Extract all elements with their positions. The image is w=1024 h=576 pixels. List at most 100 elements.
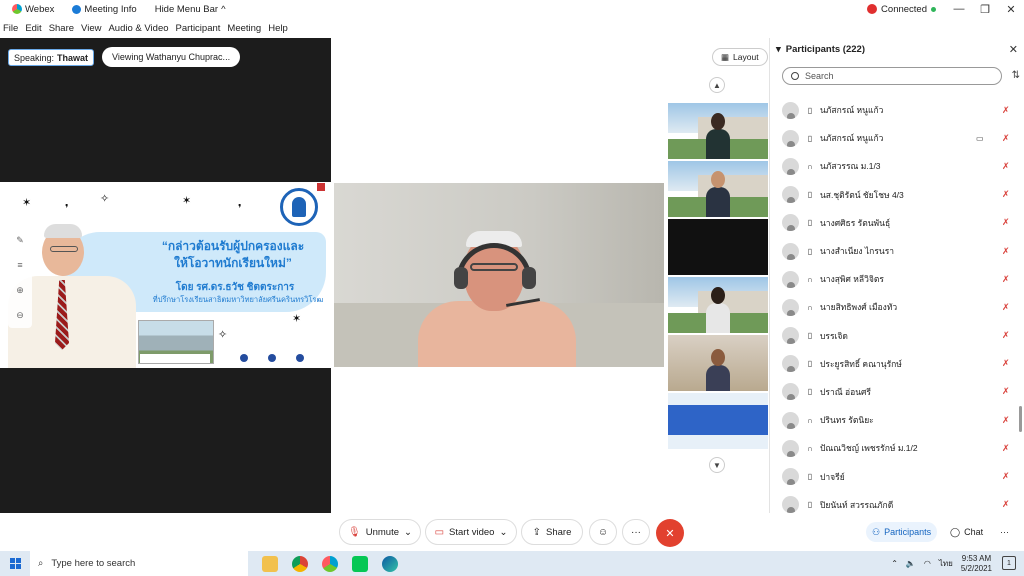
menu-share[interactable]: Share bbox=[49, 23, 74, 34]
zoom-out-icon[interactable]: ⊖ bbox=[16, 310, 24, 321]
file-explorer-icon[interactable] bbox=[262, 555, 278, 572]
more-options-button[interactable]: ··· bbox=[622, 519, 650, 545]
mic-muted-icon[interactable]: ✗ bbox=[1002, 274, 1010, 285]
mic-muted-icon[interactable]: ✗ bbox=[1002, 330, 1010, 341]
participant-name: นภัสกรณ์ หนูแก้ว bbox=[820, 105, 884, 116]
taskbar-clock[interactable]: 9:53 AM 5/2/2021 bbox=[961, 554, 992, 574]
minimize-button[interactable]: — bbox=[946, 3, 972, 15]
highlighter-icon[interactable]: ≡ bbox=[17, 260, 22, 270]
more-panels-button[interactable]: ··· bbox=[994, 522, 1015, 542]
menu-view[interactable]: View bbox=[81, 23, 101, 34]
mic-muted-icon[interactable]: ✗ bbox=[1002, 443, 1010, 454]
mic-muted-icon[interactable]: ✗ bbox=[1002, 246, 1010, 257]
pen-icon[interactable]: ✎ bbox=[16, 235, 24, 246]
wifi-icon[interactable]: ◠ bbox=[924, 559, 931, 568]
star-decor-icon: ✧ bbox=[100, 193, 110, 205]
participant-row[interactable]: ▯ นางสำเนียง ไกรนรา ✗ bbox=[770, 237, 1020, 265]
scroll-down-button[interactable]: ▼ bbox=[709, 457, 725, 473]
speaker-icon[interactable]: 🔈 bbox=[906, 559, 916, 568]
menu-meeting[interactable]: Meeting bbox=[227, 23, 261, 34]
participant-video-thumb[interactable] bbox=[668, 393, 768, 449]
sort-icon[interactable]: ⇅ bbox=[1012, 70, 1020, 81]
participant-video-thumb[interactable] bbox=[668, 161, 768, 217]
participant-row[interactable]: ▯ นางศศิธร รัตนพันธุ์ ✗ bbox=[770, 209, 1020, 237]
mic-muted-icon[interactable]: ✗ bbox=[1002, 386, 1010, 397]
participants-panel-header[interactable]: ▾ Participants (222) bbox=[776, 44, 865, 55]
menu-audio-video[interactable]: Audio & Video bbox=[108, 23, 168, 34]
start-button[interactable] bbox=[0, 551, 30, 576]
layout-button[interactable]: ▦ Layout bbox=[712, 48, 768, 66]
slide-close-icon bbox=[317, 183, 325, 191]
participant-video-thumb[interactable] bbox=[668, 219, 768, 275]
zoom-in-icon[interactable]: ⊕ bbox=[16, 285, 24, 296]
mic-muted-icon[interactable]: ✗ bbox=[1002, 189, 1010, 200]
chevron-up-icon[interactable]: ⌃ bbox=[891, 559, 898, 568]
meeting-info-button[interactable]: Meeting Info bbox=[66, 4, 142, 15]
mic-muted-icon[interactable]: ✗ bbox=[1002, 161, 1010, 172]
unmute-button[interactable]: 🎙 Unmute ⌄ bbox=[339, 519, 421, 545]
participant-row[interactable]: ▯ บรรเจิด ✗ bbox=[770, 322, 1020, 350]
close-icon: ✕ bbox=[665, 527, 675, 540]
maximize-button[interactable]: ❐ bbox=[972, 3, 998, 16]
participant-row[interactable]: ∩ นายสิทธิพงศ์ เมืองทัว ✗ bbox=[770, 293, 1020, 321]
scroll-up-button[interactable]: ▲ bbox=[709, 77, 725, 93]
close-window-button[interactable]: ✕ bbox=[998, 3, 1024, 16]
start-video-button[interactable]: ▭ Start video ⌄ bbox=[425, 519, 517, 545]
chevron-down-icon: ▾ bbox=[776, 44, 781, 55]
participant-video-thumb[interactable] bbox=[668, 335, 768, 391]
participants-tab-button[interactable]: ⚇ Participants bbox=[866, 522, 938, 542]
line-icon[interactable] bbox=[352, 555, 368, 572]
language-indicator[interactable]: ไทย bbox=[939, 557, 953, 570]
taskbar-search-input[interactable]: ⌕ Type here to search bbox=[30, 551, 248, 576]
participant-row[interactable]: ∩ ปรินทร รัตนิยะ ✗ bbox=[770, 406, 1020, 434]
participant-row[interactable]: ▯ นส.ชุติรัตน์ ชัยโชษ 4/3 ✗ bbox=[770, 181, 1020, 209]
participant-row[interactable]: ▯ ปิยนันท์ สวรรณภักดี ✗ bbox=[770, 491, 1020, 513]
active-speaker-video bbox=[334, 183, 664, 367]
participant-row[interactable]: ▯ นภัสกรณ์ หนูแก้ว ▭ ✗ bbox=[770, 124, 1020, 152]
mic-muted-icon[interactable]: ✗ bbox=[1002, 415, 1010, 426]
participant-row[interactable]: ▯ ปาจรีย์ ✗ bbox=[770, 462, 1020, 490]
mic-muted-icon[interactable]: ✗ bbox=[1002, 358, 1010, 369]
participant-row[interactable]: ▯ ประยูรสิทธิ์ คณานุรักษ์ ✗ bbox=[770, 350, 1020, 378]
menu-edit[interactable]: Edit bbox=[25, 23, 41, 34]
sponsor-logos bbox=[240, 354, 304, 362]
participant-row[interactable]: ▯ ปราณี อ่อนศรี ✗ bbox=[770, 378, 1020, 406]
pinned-apps bbox=[262, 555, 398, 572]
menu-participant[interactable]: Participant bbox=[176, 23, 221, 34]
participant-search-input[interactable]: Search bbox=[782, 67, 1002, 85]
participant-row[interactable]: ∩ นภัสวรรณ ม.1/3 ✗ bbox=[770, 152, 1020, 180]
meeting-controls: 🎙 Unmute ⌄ ▭ Start video ⌄ ⇪ Share ☺ ···… bbox=[0, 513, 1024, 550]
menu-file[interactable]: File bbox=[3, 23, 18, 34]
participant-row[interactable]: ∩ ปัณณวิชญ์ เพชรรักษ์ ม.1/2 ✗ bbox=[770, 434, 1020, 462]
viewing-share-pill[interactable]: Viewing Wathanyu Chuprac... bbox=[102, 47, 241, 67]
chrome-icon[interactable] bbox=[292, 555, 308, 572]
webex-icon[interactable] bbox=[322, 555, 338, 572]
share-icon: ⇪ bbox=[532, 526, 542, 538]
mic-muted-icon[interactable]: ✗ bbox=[1002, 471, 1010, 482]
leave-meeting-button[interactable]: ✕ bbox=[656, 519, 684, 547]
participant-name: บรรเจิด bbox=[820, 330, 848, 341]
mic-muted-icon[interactable]: ✗ bbox=[1002, 499, 1010, 510]
mic-muted-icon[interactable]: ✗ bbox=[1002, 217, 1010, 228]
notification-center-icon[interactable]: 1 bbox=[1002, 556, 1016, 570]
participant-video-thumb[interactable] bbox=[668, 103, 768, 159]
chat-tab-button[interactable]: ◯ Chat bbox=[944, 522, 989, 542]
webex-logo-icon bbox=[12, 4, 22, 14]
participant-video-thumb[interactable] bbox=[668, 277, 768, 333]
participant-name: ปิยนันท์ สวรรณภักดี bbox=[820, 499, 894, 510]
mic-muted-icon[interactable]: ✗ bbox=[1002, 133, 1010, 144]
share-button[interactable]: ⇪ Share bbox=[521, 519, 583, 545]
avatar bbox=[782, 439, 799, 457]
participant-list-scrollbar[interactable] bbox=[1019, 406, 1022, 432]
close-panel-button[interactable]: ✕ bbox=[1009, 43, 1018, 56]
mic-muted-icon[interactable]: ✗ bbox=[1002, 302, 1010, 313]
mic-muted-icon[interactable]: ✗ bbox=[1002, 105, 1010, 116]
camera-off-icon: ▭ bbox=[434, 526, 445, 538]
reactions-button[interactable]: ☺ bbox=[589, 519, 617, 545]
participant-row[interactable]: ▯ นภัสกรณ์ หนูแก้ว ✗ bbox=[770, 96, 1020, 124]
participant-name: นางสุพิศ หลีวิจิตร bbox=[820, 274, 884, 285]
edge-icon[interactable] bbox=[382, 555, 398, 572]
participant-row[interactable]: ∩ นางสุพิศ หลีวิจิตร ✗ bbox=[770, 265, 1020, 293]
menu-help[interactable]: Help bbox=[268, 23, 288, 34]
hide-menu-bar-button[interactable]: Hide Menu Bar ^ bbox=[149, 4, 232, 15]
